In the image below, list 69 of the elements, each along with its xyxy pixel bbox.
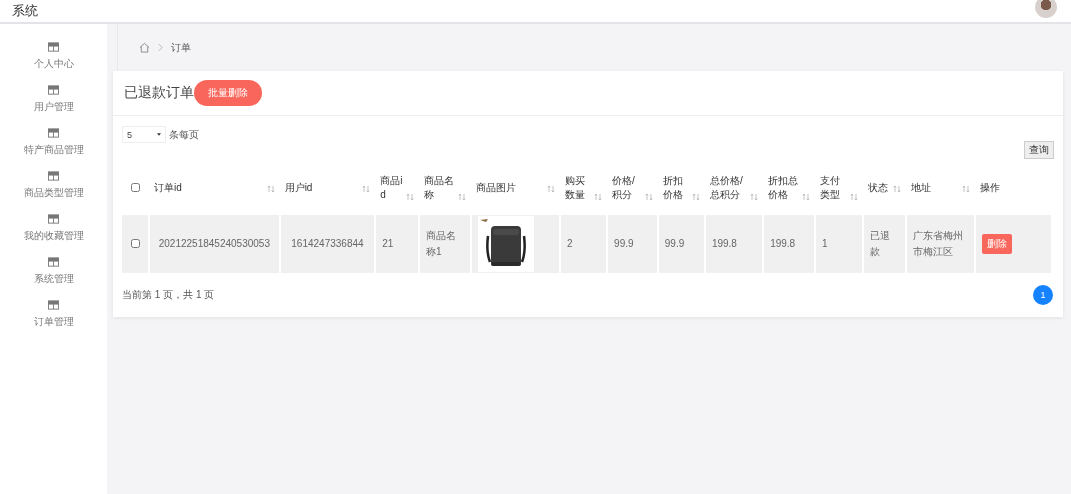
- home-icon[interactable]: [139, 42, 150, 53]
- sort-icon[interactable]: [406, 192, 414, 201]
- column-header: 订单id: [154, 180, 182, 195]
- sort-icon[interactable]: [892, 185, 901, 194]
- table-icon: [48, 300, 59, 310]
- table-cell: 20212251845240530053: [158, 238, 270, 249]
- sort-icon[interactable]: [750, 192, 759, 201]
- sidebar-item[interactable]: 用户管理: [33, 85, 74, 114]
- column-header: 商品图片: [475, 180, 516, 195]
- column-header: 折扣总价格: [768, 173, 800, 202]
- table-icon: [48, 85, 59, 95]
- table-cell: 199.8: [770, 238, 796, 249]
- page-size-select[interactable]: 5: [122, 126, 166, 143]
- system-title: 系统: [12, 3, 38, 20]
- table-icon: [48, 128, 59, 138]
- delete-button[interactable]: 删除: [982, 234, 1013, 254]
- column-header: 商品名称: [424, 173, 455, 202]
- sort-icon[interactable]: [962, 185, 971, 194]
- page-button[interactable]: 1: [1033, 285, 1053, 305]
- table-cell: 已退款: [869, 230, 890, 257]
- sort-icon[interactable]: [362, 185, 371, 194]
- table-cell: 1: [822, 238, 828, 249]
- table-cell: 1614247336844: [291, 238, 364, 249]
- sidebar-item[interactable]: 商品类型管理: [23, 171, 84, 200]
- column-header: 用户id: [284, 180, 313, 195]
- sidebar-item[interactable]: 我的收藏管理: [23, 214, 84, 243]
- row-checkbox[interactable]: [130, 238, 140, 248]
- sidebar-item[interactable]: 订单管理: [33, 300, 74, 329]
- sort-icon[interactable]: [266, 185, 275, 194]
- caret-icon: [157, 133, 161, 136]
- sort-icon[interactable]: [644, 192, 653, 201]
- column-header: 状态: [867, 180, 888, 195]
- table-cell: 199.8: [711, 238, 737, 249]
- table-icon: [48, 171, 59, 181]
- sort-icon[interactable]: [547, 185, 555, 194]
- breadcrumb-item[interactable]: 订单: [171, 40, 191, 55]
- sort-icon[interactable]: [849, 192, 858, 201]
- sort-icon[interactable]: [457, 192, 466, 201]
- column-header: 商品id: [380, 173, 404, 202]
- page-info: 当前第 1 页，共 1 页: [122, 287, 215, 302]
- chevron-icon: [158, 43, 163, 52]
- column-header: 地址: [910, 180, 931, 195]
- sort-icon[interactable]: [802, 192, 811, 201]
- table-cell: 商品名称1: [426, 230, 456, 257]
- sidebar-item[interactable]: 个人中心: [33, 42, 74, 71]
- table-icon: [48, 42, 59, 52]
- column-header: 折扣价格: [662, 173, 684, 202]
- per-page-label: 条每页: [169, 127, 199, 142]
- sort-icon[interactable]: [691, 192, 700, 201]
- table-cell: 广东省梅州市梅江区: [912, 230, 963, 257]
- column-header: 操作: [980, 180, 1001, 195]
- column-header: 支付类型: [820, 173, 842, 202]
- table-cell: 21: [382, 238, 394, 249]
- table-cell: 99.9: [614, 238, 634, 249]
- column-header: 价格/积分: [612, 173, 636, 202]
- page-title: 已退款订单: [124, 84, 194, 102]
- sort-icon[interactable]: [594, 192, 603, 201]
- table-icon: [48, 214, 59, 224]
- table-cell: 99.9: [664, 238, 685, 249]
- table-icon: [48, 257, 59, 267]
- sidebar-item[interactable]: 系统管理: [33, 257, 74, 286]
- select-all-checkbox[interactable]: [130, 182, 140, 192]
- column-header: 购买数量: [565, 173, 586, 202]
- search-button[interactable]: 查询: [1024, 141, 1054, 159]
- avatar[interactable]: [1035, 0, 1057, 18]
- sidebar-item[interactable]: 特产商品管理: [23, 128, 84, 157]
- column-header: 总价格/总积分: [709, 173, 744, 202]
- table-cell: 2: [567, 238, 573, 249]
- batch-delete-button[interactable]: 批量删除: [194, 80, 262, 106]
